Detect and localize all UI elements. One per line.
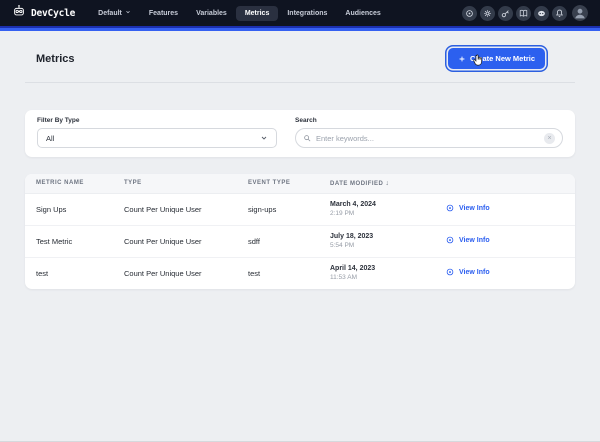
api-key-icon[interactable]: [498, 6, 513, 21]
date-modified-cell: March 4, 2024 2:19 PM: [330, 193, 445, 225]
filter-type-value: All: [46, 134, 54, 143]
metric-type-cell: Count Per Unique User: [124, 193, 248, 225]
column-header-metric-name[interactable]: METRIC NAME: [25, 174, 124, 193]
nav-item-metrics[interactable]: Metrics: [236, 6, 279, 21]
event-type-cell: sdff: [248, 225, 330, 257]
eye-icon: [445, 203, 455, 213]
filter-by-type-label: Filter By Type: [37, 117, 277, 124]
search-icon: [303, 134, 312, 143]
create-button-label: Create New Metric: [470, 54, 535, 63]
table-header-row: METRIC NAME TYPE EVENT TYPE DATE MODIFIE…: [25, 174, 575, 193]
actions-cell: View Info: [445, 257, 575, 289]
brand-name: DevCycle: [31, 8, 75, 19]
nav-item-project-default[interactable]: Default: [89, 5, 140, 21]
filter-card: Filter By Type All Search ×: [25, 110, 575, 157]
metrics-table: METRIC NAME TYPE EVENT TYPE DATE MODIFIE…: [25, 174, 575, 289]
date-modified-cell: April 14, 2023 11:53 AM: [330, 257, 445, 289]
metrics-table-card: METRIC NAME TYPE EVENT TYPE DATE MODIFIE…: [25, 174, 575, 289]
search-input[interactable]: [316, 134, 540, 143]
event-type-cell: sign-ups: [248, 193, 330, 225]
filter-type-select[interactable]: All: [37, 128, 277, 148]
table-row[interactable]: Sign Ups Count Per Unique User sign-ups …: [25, 193, 575, 225]
sort-descending-icon: ↓: [385, 180, 389, 187]
search-field: Search ×: [295, 117, 563, 148]
filter-by-type-field: Filter By Type All: [37, 117, 277, 148]
column-header-actions: [445, 174, 575, 193]
user-avatar[interactable]: [572, 5, 588, 21]
create-new-metric-button[interactable]: Create New Metric: [448, 48, 545, 69]
column-header-event-type[interactable]: EVENT TYPE: [248, 174, 330, 193]
eye-icon: [445, 267, 455, 277]
nav-menu: Default Features Variables Metrics Integ…: [89, 5, 390, 21]
date-modified-cell: July 18, 2023 5:54 PM: [330, 225, 445, 257]
column-header-type[interactable]: TYPE: [124, 174, 248, 193]
view-info-link[interactable]: View Info: [445, 267, 490, 277]
status-target-icon[interactable]: [462, 6, 477, 21]
actions-cell: View Info: [445, 193, 575, 225]
eye-icon: [445, 235, 455, 245]
nav-item-features[interactable]: Features: [140, 6, 187, 21]
chevron-down-icon: [260, 134, 268, 142]
metric-name-cell: Test Metric: [25, 225, 124, 257]
page-title: Metrics: [36, 53, 75, 65]
nav-item-integrations[interactable]: Integrations: [278, 6, 336, 21]
plus-icon: [458, 55, 466, 63]
top-navigation: DevCycle Default Features Variables Metr…: [0, 0, 600, 26]
page-header: Metrics Create New Metric: [0, 31, 600, 82]
nav-item-variables[interactable]: Variables: [187, 6, 236, 21]
table-row[interactable]: Test Metric Count Per Unique User sdff J…: [25, 225, 575, 257]
settings-gear-icon[interactable]: [480, 6, 495, 21]
notifications-bell-icon[interactable]: [552, 6, 567, 21]
metric-name-cell: Sign Ups: [25, 193, 124, 225]
devcycle-logo[interactable]: DevCycle: [12, 4, 75, 23]
column-header-date-modified[interactable]: DATE MODIFIED↓: [330, 174, 445, 193]
chevron-down-icon: [125, 9, 131, 17]
event-type-cell: test: [248, 257, 330, 289]
search-box: ×: [295, 128, 563, 148]
docs-book-icon[interactable]: [516, 6, 531, 21]
search-label: Search: [295, 117, 563, 124]
nav-icon-group: [462, 5, 588, 21]
metrics-page: DevCycle Default Features Variables Metr…: [0, 0, 600, 442]
table-row[interactable]: test Count Per Unique User test April 14…: [25, 257, 575, 289]
view-info-link[interactable]: View Info: [445, 203, 490, 213]
header-divider: [25, 82, 575, 83]
metric-type-cell: Count Per Unique User: [124, 257, 248, 289]
clear-search-icon[interactable]: ×: [544, 133, 555, 144]
metric-name-cell: test: [25, 257, 124, 289]
discord-icon[interactable]: [534, 6, 549, 21]
actions-cell: View Info: [445, 225, 575, 257]
robot-logo-icon: [12, 4, 26, 23]
metric-type-cell: Count Per Unique User: [124, 225, 248, 257]
nav-item-audiences[interactable]: Audiences: [336, 6, 389, 21]
view-info-link[interactable]: View Info: [445, 235, 490, 245]
